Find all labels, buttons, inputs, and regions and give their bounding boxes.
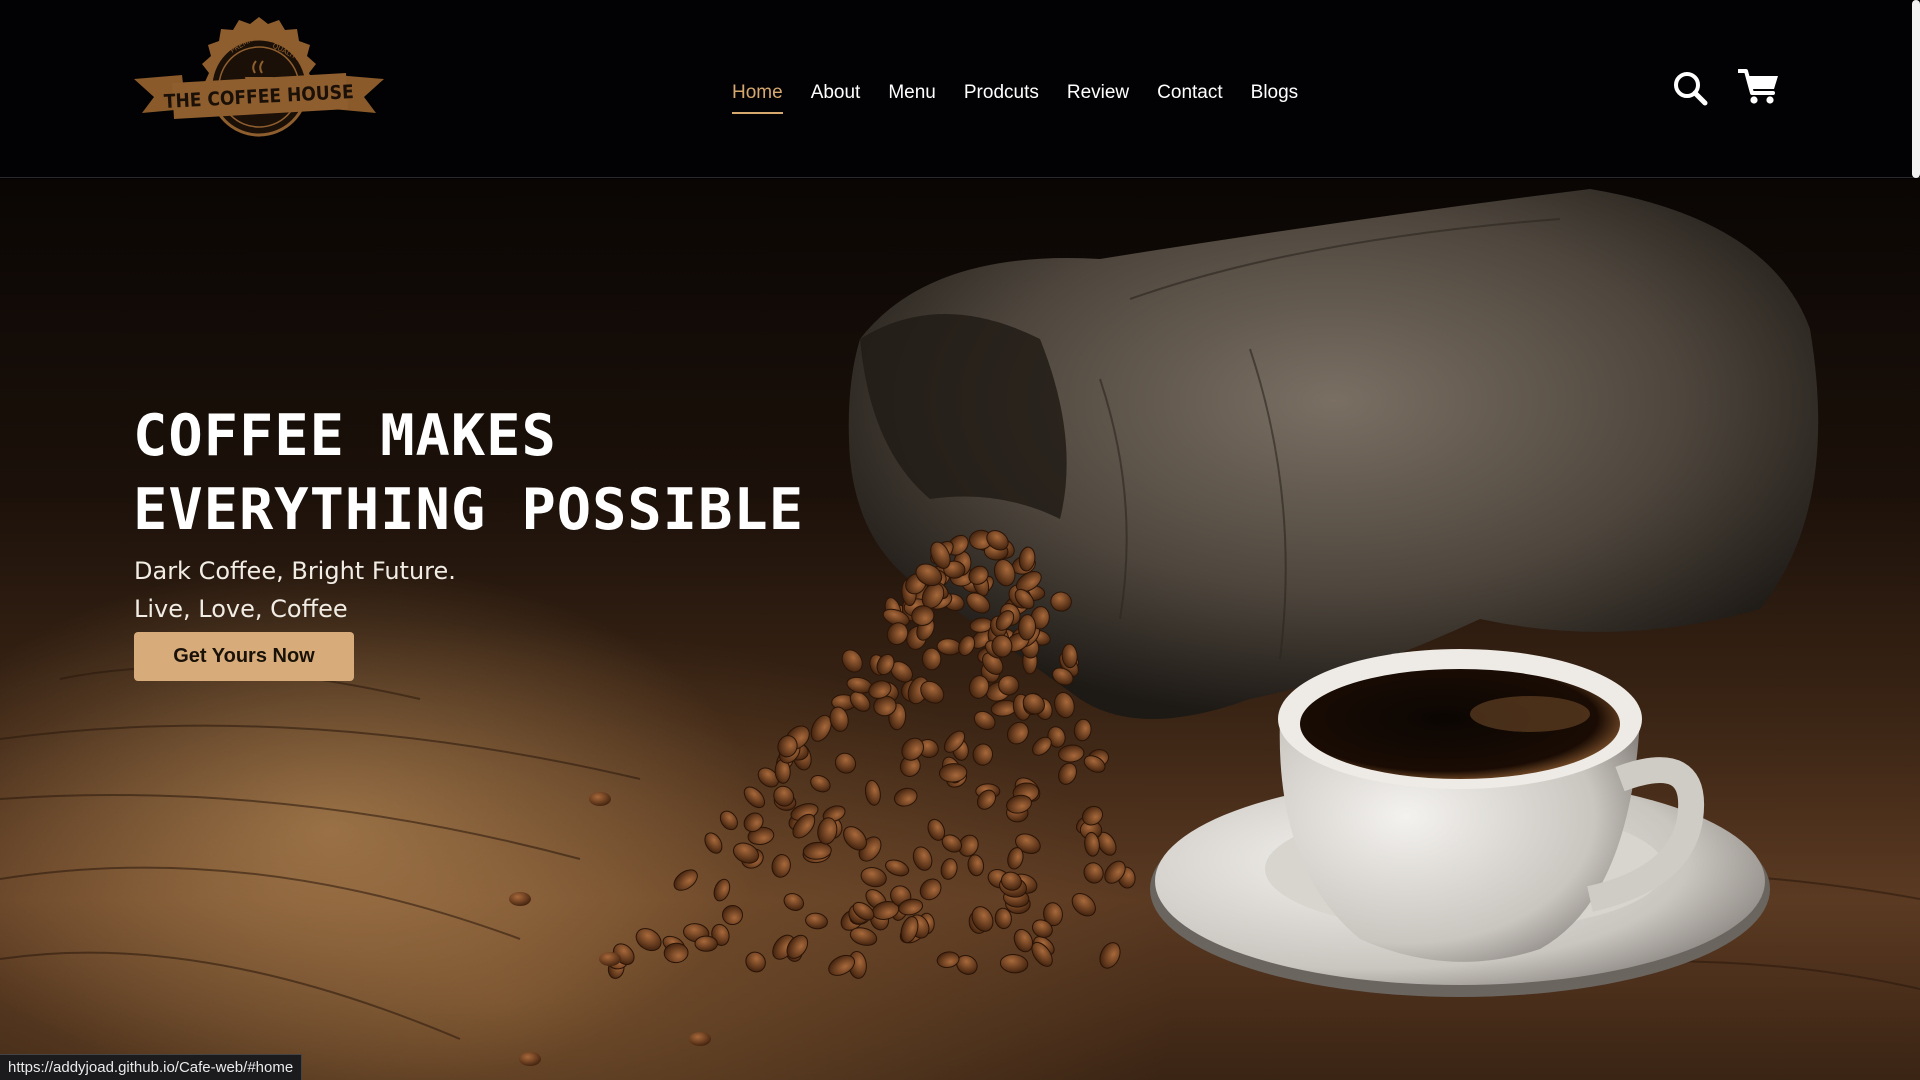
coffee-bean [936,951,960,968]
coffee-bean [864,779,881,806]
hero-subtitle-line2: Live, Love, Coffee [134,595,348,623]
coffee-bean [771,854,791,878]
coffee-bean [1058,744,1085,763]
coffee-bean [719,810,738,831]
coffee-bean [673,869,698,891]
coffee-bean [745,951,766,973]
coffee-bean [893,787,918,807]
coffee-bean [1071,892,1096,917]
coffee-bean [635,928,662,952]
coffee-beans [509,529,1136,1066]
coffee-bean [1073,718,1092,742]
coffee-bean [921,647,942,671]
hero-title-line1: COFFEE MAKES [133,403,557,469]
hero-title: COFFEE MAKES EVERYTHING POSSIBLE [133,399,853,547]
coffee-bean [901,737,924,761]
page-scrollbar[interactable] [1912,0,1920,178]
coffee-bean [704,832,723,854]
hero-background-image [0,189,1920,1066]
coffee-bean [919,878,942,901]
coffee-bean [589,792,611,806]
coffee-house-logo[interactable]: THE COFFEE HOUSE PREMIUM QUALITY [134,17,384,159]
coffee-bean [999,954,1029,974]
nav-menu[interactable]: Menu [888,82,936,110]
coffee-bean [810,774,831,793]
hero-section: COFFEE MAKES EVERYTHING POSSIBLE Dark Co… [0,179,1920,1080]
coffee-bean [1058,762,1077,785]
coffee-bean [783,893,805,911]
coffee-bean [722,904,743,926]
coffee-bean [713,878,731,902]
coffee-bean [694,935,718,952]
coffee-bean [936,638,962,656]
coffee-bean [1083,862,1104,884]
coffee-bean [860,867,887,888]
status-bar-url: https://addyjoad.github.io/Cafe-web/#hom… [0,1054,303,1080]
get-yours-now-button[interactable]: Get Yours Now [134,632,354,681]
nav-products[interactable]: Prodcuts [964,82,1039,110]
cart-icon[interactable] [1738,68,1780,106]
hero-title-line2: EVERYTHING POSSIBLE [133,477,805,543]
hero-subtitle-line1: Dark Coffee, Bright Future. [134,557,456,585]
nav-about[interactable]: About [811,82,861,110]
coffee-bean [967,854,985,877]
coffee-bean [912,846,933,871]
coffee-bean [519,1052,541,1066]
search-icon[interactable] [1672,70,1708,106]
coffee-bean [841,649,863,673]
site-header: THE COFFEE HOUSE PREMIUM QUALITY Home Ab… [0,0,1920,178]
coffee-bean [834,752,857,774]
main-nav: Home About Menu Prodcuts Review Contact … [732,76,1298,116]
coffee-bean [599,952,621,966]
coffee-bean [689,1032,711,1046]
nav-home[interactable]: Home [732,82,783,114]
coffee-bean [1099,942,1121,969]
coffee-bean [940,858,958,880]
coffee-bean [972,743,994,766]
coffee-bean [805,912,828,930]
coffee-bean [885,859,910,877]
coffee-bean [509,892,531,906]
nav-review[interactable]: Review [1067,82,1129,110]
page: THE COFFEE HOUSE PREMIUM QUALITY Home Ab… [0,0,1920,1080]
coffee-bean [1006,721,1029,745]
nav-blogs[interactable]: Blogs [1251,82,1299,110]
nav-contact[interactable]: Contact [1157,82,1222,110]
coffee-bean [743,786,766,809]
hero-subtitle: Dark Coffee, Bright Future. Live, Love, … [134,552,456,628]
coffee-bean [1054,691,1075,719]
